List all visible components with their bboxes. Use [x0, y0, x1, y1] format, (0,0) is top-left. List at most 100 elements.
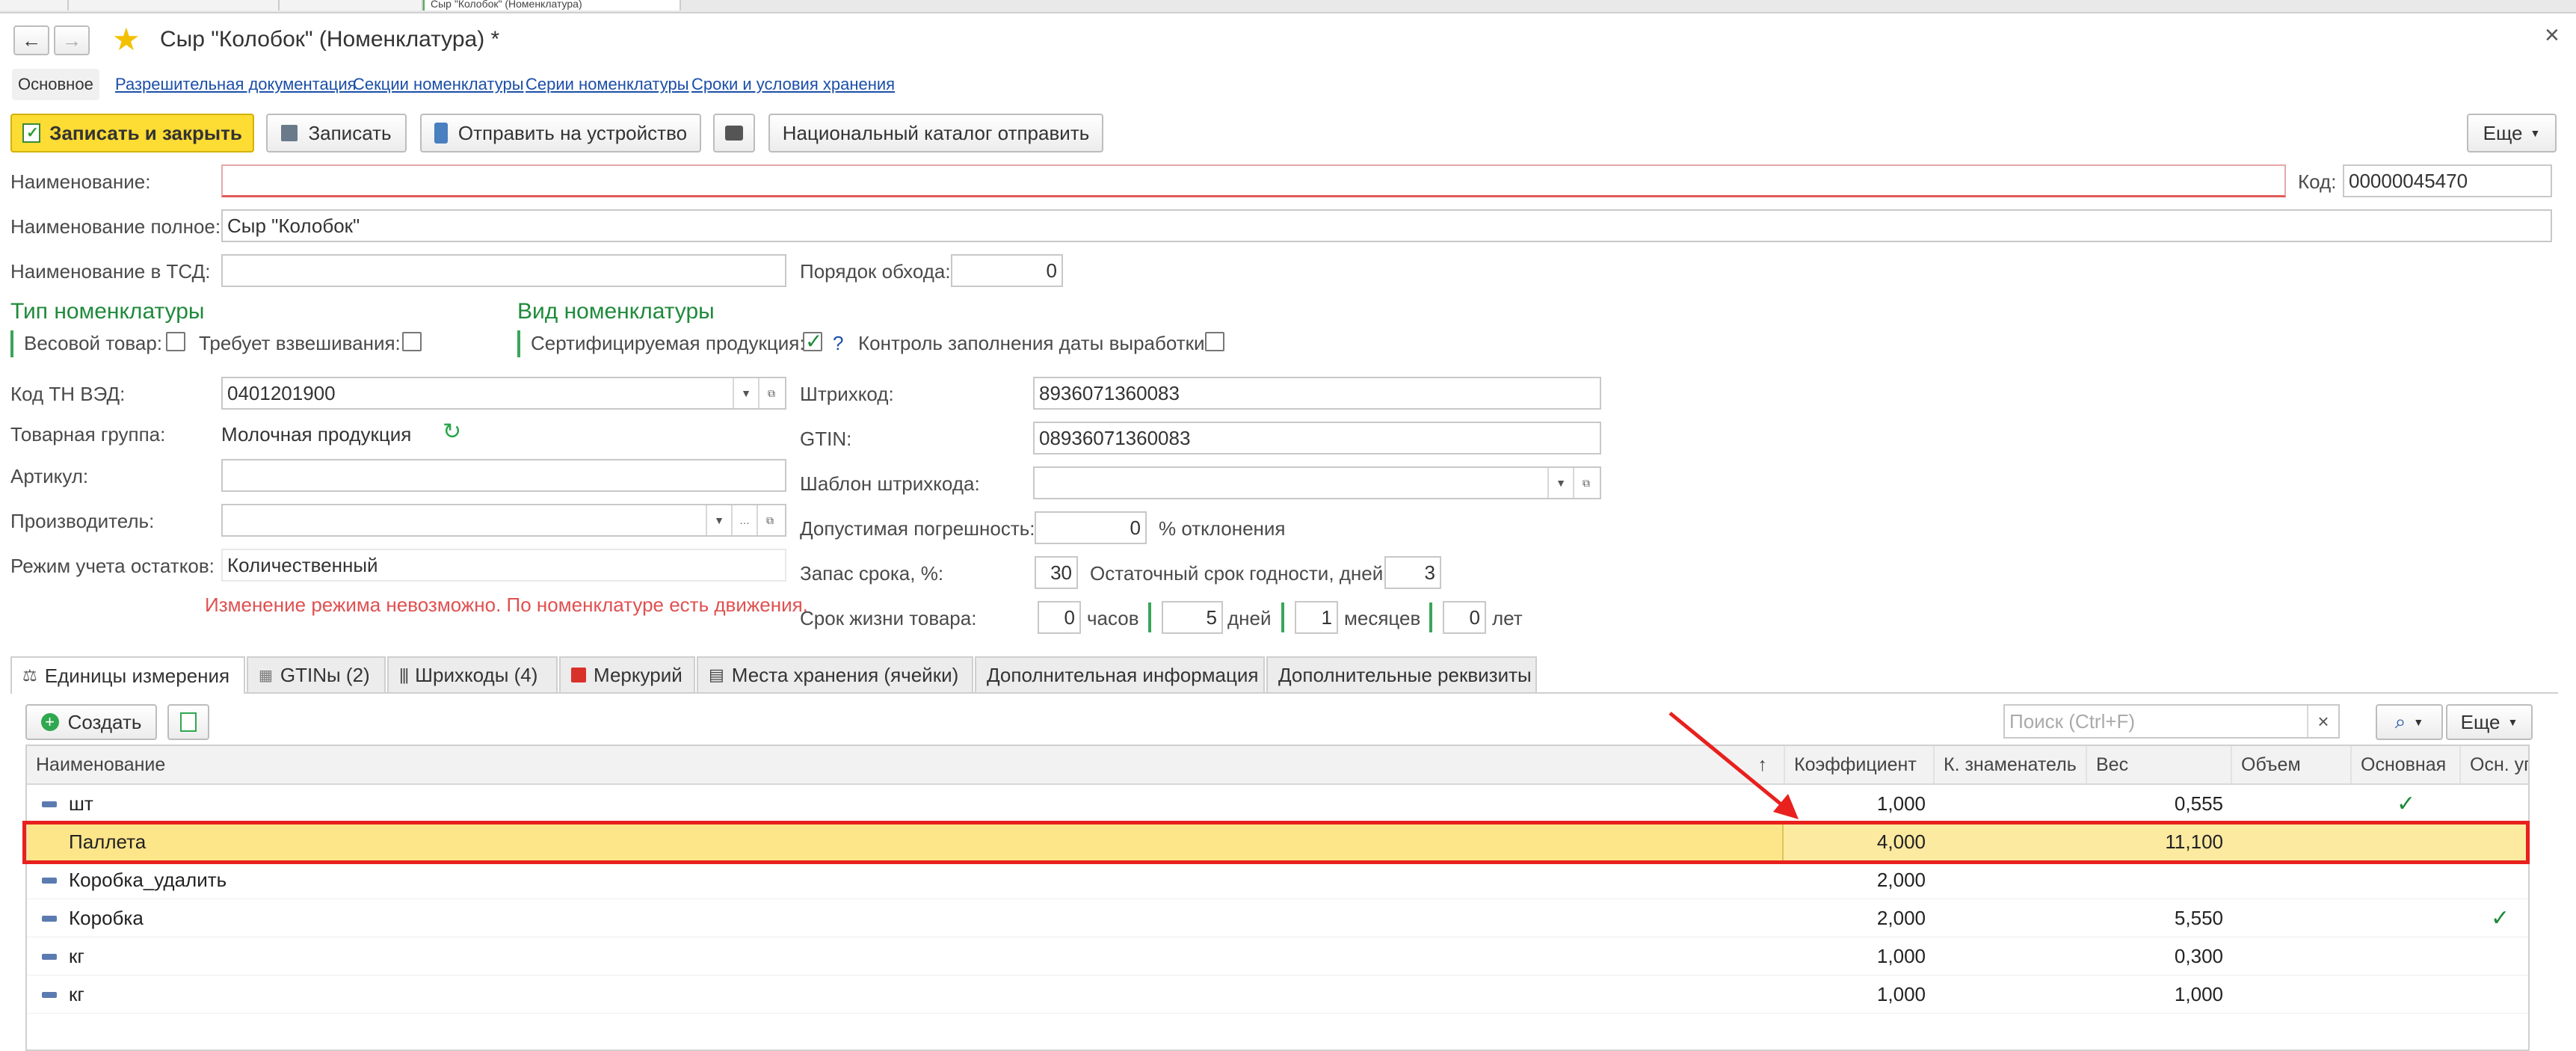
window-tab-blank-3[interactable] [280, 0, 423, 10]
cell-volume [2232, 899, 2343, 937]
reserve-input[interactable]: 30 [1035, 556, 1078, 589]
unit-icon [42, 878, 57, 884]
device-icon [434, 123, 448, 144]
life-label: Срок жизни товара: [800, 607, 977, 629]
col-volume[interactable]: Объем [2232, 746, 2352, 783]
tab-gtin[interactable]: ▦ GTINы (2) [247, 656, 386, 692]
code-input[interactable]: 00000045470 [2343, 164, 2552, 197]
life-months-input[interactable]: 1 [1295, 601, 1338, 634]
reserve-label: Запас срока, %: [800, 562, 944, 585]
tnved-input[interactable]: 0401201900 ▼ ⧉ [221, 377, 786, 410]
tolerance-input[interactable]: 0 [1035, 511, 1147, 544]
tsd-name-label: Наименование в ТСД: [10, 260, 211, 283]
manufacturer-open[interactable]: ⧉ [757, 505, 782, 535]
tab-units[interactable]: ⚖ Единицы измерения [10, 656, 245, 694]
prod-date-label: Контроль заполнения даты выработки: [858, 332, 1210, 354]
search-button[interactable]: ⌕ ▼ [2376, 704, 2443, 740]
needs-weigh-label: Требует взвешивания: [199, 332, 401, 354]
cell-denom [1935, 785, 2078, 823]
manufacturer-select[interactable]: … [731, 505, 757, 535]
name-input[interactable] [221, 164, 2286, 197]
stock-mode-input[interactable]: Количественный [221, 549, 786, 582]
tab-extra-props[interactable]: Дополнительные реквизиты [1266, 656, 1537, 692]
save-close-icon: ✓ [22, 123, 41, 143]
clear-icon[interactable]: × [2307, 706, 2338, 737]
col-main[interactable]: Основная [2352, 746, 2461, 783]
table-row[interactable]: кг 1,000 0,300 [27, 937, 2528, 976]
type-group-bar [10, 330, 13, 357]
life-days-input[interactable]: 5 [1162, 601, 1223, 634]
col-weight-label: Вес [2096, 753, 2129, 775]
tabs-baseline [10, 692, 2558, 694]
forward-button[interactable]: → [54, 25, 90, 55]
tab-extra-info[interactable]: Дополнительная информация [975, 656, 1265, 692]
order-input[interactable]: 0 [951, 254, 1063, 287]
favorite-star-icon[interactable]: ★ [112, 21, 141, 58]
national-catalog-button[interactable]: Национальный каталог отправить [768, 114, 1103, 152]
search-input[interactable]: Поиск (Ctrl+F) × [2003, 704, 2340, 739]
article-input[interactable] [221, 459, 786, 492]
full-name-input[interactable]: Сыр "Колобок" [221, 209, 2552, 242]
more-label: Еще [2483, 121, 2523, 144]
table-row[interactable]: шт 1,000 0,555 ✓ [27, 785, 2528, 823]
col-pack[interactable]: Осн. уп. [2461, 746, 2528, 783]
nav-main-tab[interactable]: Основное [12, 69, 99, 100]
window-tab-active[interactable]: Сыр "Колобок" (Номенклатура) [423, 0, 681, 10]
plus-icon: + [40, 712, 59, 731]
days-bar [1281, 602, 1284, 632]
more-button[interactable]: Еще ▼ [2467, 114, 2557, 152]
help-icon[interactable]: ? [833, 332, 843, 355]
cell-volume [2232, 785, 2343, 823]
save-close-button[interactable]: ✓ Записать и закрыть [10, 114, 254, 152]
tnved-open[interactable]: ⧉ [758, 378, 783, 408]
tsd-name-input[interactable] [221, 254, 786, 287]
send-device-button[interactable]: Отправить на устройство [420, 114, 701, 152]
nav-main-label: Основное [18, 75, 93, 93]
tab-storage[interactable]: ▤ Места хранения (ячейки) [697, 656, 973, 692]
prod-date-checkbox[interactable] [1205, 332, 1224, 351]
nav-link-permits[interactable]: Разрешительная документация [115, 75, 357, 94]
table-more-button[interactable]: Еще ▼ [2446, 704, 2533, 740]
needs-weigh-checkbox[interactable] [402, 332, 422, 351]
barcode-tpl-input[interactable]: ▼ ⧉ [1033, 466, 1601, 499]
table-row[interactable]: кг 1,000 1,000 [27, 976, 2528, 1014]
table-row[interactable]: Коробка 2,000 5,550 ✓ [27, 899, 2528, 937]
remaining-input[interactable]: 3 [1384, 556, 1441, 589]
tab-mercury[interactable]: Меркурий [559, 656, 695, 692]
col-weight[interactable]: Вес [2087, 746, 2232, 783]
barcode-tpl-open[interactable]: ⧉ [1573, 468, 1598, 498]
col-name-label: Наименование [36, 753, 166, 775]
table-row[interactable]: Коробка_удалить 2,000 [27, 861, 2528, 899]
manufacturer-dropdown[interactable]: ▼ [706, 505, 731, 535]
nav-link-sections[interactable]: Секции номенклатуры [353, 75, 524, 94]
barcode-tpl-dropdown[interactable]: ▼ [1547, 468, 1573, 498]
col-denom[interactable]: К. знаменатель [1935, 746, 2087, 783]
window-tab-blank-2[interactable] [69, 0, 280, 10]
print-button[interactable] [713, 114, 755, 152]
gtin-input[interactable]: 08936071360083 [1033, 422, 1601, 454]
life-hours-input[interactable]: 0 [1038, 601, 1081, 634]
create-button[interactable]: + Создать [25, 704, 157, 740]
back-button[interactable]: ← [13, 25, 49, 55]
tab-barcodes[interactable]: ||| Шрихкоды (4) [387, 656, 558, 692]
cell-coef: 1,000 [1876, 945, 1926, 967]
copy-button[interactable] [167, 704, 209, 740]
window-tab-blank-1[interactable] [0, 0, 69, 10]
certified-label: Сертифицируемая продукция: [531, 332, 805, 354]
nav-link-series[interactable]: Серии номенклатуры [526, 75, 689, 94]
barcode-input[interactable]: 8936071360083 [1033, 377, 1601, 410]
col-name[interactable]: Наименование ↑ [27, 746, 1785, 783]
gtin-label: GTIN: [800, 428, 852, 450]
nav-link-storage[interactable]: Сроки и условия хранения [691, 75, 895, 94]
group-label: Товарная группа: [10, 423, 166, 446]
refresh-icon[interactable]: ↻ [443, 419, 461, 445]
tnved-dropdown[interactable]: ▼ [733, 378, 758, 408]
life-years-input[interactable]: 0 [1443, 601, 1486, 634]
table-more-chevron-icon: ▼ [2507, 716, 2518, 728]
certified-checkbox[interactable]: ✓ [803, 330, 822, 353]
save-button[interactable]: Записать [266, 114, 407, 152]
weight-checkbox[interactable] [166, 332, 185, 351]
close-icon[interactable]: × [2545, 21, 2560, 50]
scales-icon: ⚖ [22, 666, 37, 685]
manufacturer-input[interactable]: ▼ … ⧉ [221, 504, 786, 537]
